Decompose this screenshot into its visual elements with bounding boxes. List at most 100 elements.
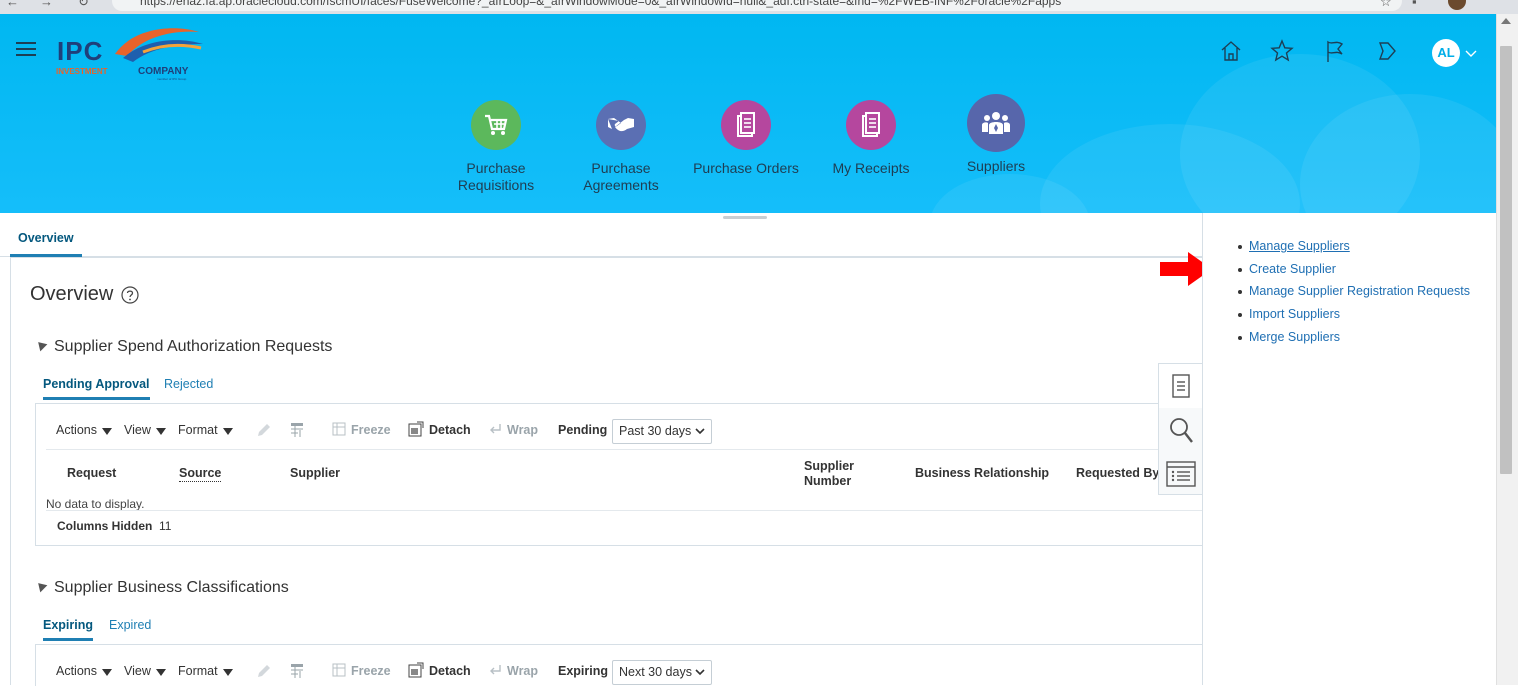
collapse-triangle-icon: [34, 579, 48, 593]
view-menu[interactable]: View: [124, 660, 166, 682]
table-toolbar: Actions View Format Freeze Detach Wrap E…: [56, 660, 1196, 686]
navigator-menu-icon[interactable]: [16, 41, 38, 57]
column-header-request[interactable]: Request: [67, 466, 116, 481]
panel-drawer: [1158, 363, 1203, 496]
column-header-business-relationship[interactable]: Business Relationship: [915, 466, 1049, 481]
users-group-icon: [967, 94, 1025, 152]
extensions-icon[interactable]: ▪: [1412, 0, 1417, 9]
header-divider: [46, 449, 1204, 450]
task-create-supplier[interactable]: Create Supplier: [1238, 258, 1470, 281]
freeze-button[interactable]: Freeze: [332, 419, 391, 441]
detach-button[interactable]: Detach: [408, 419, 471, 441]
logo-subtext-investment: INVESTMENT: [56, 67, 108, 76]
app-label: Suppliers: [966, 158, 1026, 174]
view-menu[interactable]: View: [124, 419, 166, 441]
columns-hidden-count: 11: [159, 519, 172, 533]
company-logo[interactable]: IPC INVESTMENT COMPANY member of IPC Gro…: [53, 22, 213, 84]
tasks-panel-icon[interactable]: [1159, 364, 1203, 408]
wrap-button[interactable]: Wrap: [488, 419, 538, 441]
column-header-requested-by[interactable]: Requested By: [1076, 466, 1159, 481]
app-purchase-requisitions[interactable]: Purchase Requisitions: [436, 100, 556, 194]
task-manage-registration-requests[interactable]: Manage Supplier Registration Requests: [1238, 280, 1470, 303]
filter-label: Expiring: [558, 664, 609, 678]
filter-label: Pending: [558, 423, 608, 437]
help-icon[interactable]: [121, 286, 139, 304]
format-menu[interactable]: Format: [178, 419, 233, 441]
footer-divider: [46, 510, 1204, 511]
app-label: Purchase Agreements: [583, 160, 659, 193]
address-bar[interactable]: https://ehaz.fa.ap.oraclecloud.com/fscmU…: [112, 0, 1402, 11]
list-view-icon[interactable]: [1159, 452, 1203, 496]
section-title: Supplier Business Classifications: [54, 579, 289, 596]
reload-icon[interactable]: ↻: [78, 0, 89, 10]
tasks-list: Manage Suppliers Create Supplier Manage …: [1238, 235, 1470, 349]
app-suppliers[interactable]: Suppliers: [936, 94, 1056, 175]
columns-hidden-label: Columns Hidden: [57, 519, 153, 533]
logo-tagline: member of IPC Group: [157, 77, 187, 81]
detach-button[interactable]: Detach: [408, 660, 471, 682]
edit-pencil-icon[interactable]: [256, 663, 272, 686]
subtab-rejected[interactable]: Rejected: [164, 377, 213, 397]
actions-menu[interactable]: Actions: [56, 419, 112, 441]
task-manage-suppliers[interactable]: Manage Suppliers: [1238, 235, 1470, 258]
column-header-source[interactable]: Source: [179, 466, 222, 482]
user-avatar[interactable]: AL: [1432, 39, 1460, 67]
section-title: Supplier Spend Authorization Requests: [54, 338, 333, 355]
page-tab-bar: Overview: [0, 213, 1202, 257]
logo-subtext-company: COMPANY: [138, 66, 189, 77]
page-title: Overview: [30, 283, 114, 305]
format-menu[interactable]: Format: [178, 660, 233, 682]
freeze-button[interactable]: Freeze: [332, 660, 391, 682]
bookmark-star-icon[interactable]: ☆: [1380, 0, 1392, 10]
section-header-spend-authorization[interactable]: Supplier Spend Authorization Requests: [34, 338, 333, 356]
browser-toolbar: ← → ↻ https://ehaz.fa.ap.oraclecloud.com…: [0, 0, 1518, 14]
table-toolbar: Actions View Format Freeze Detach Wrap P…: [56, 419, 1196, 445]
cart-icon: [471, 100, 521, 150]
query-by-example-icon[interactable]: [289, 421, 307, 446]
section-header-business-classifications[interactable]: Supplier Business Classifications: [34, 579, 289, 597]
section1-subtabs: Pending Approval Rejected: [35, 377, 1203, 401]
query-by-example-icon[interactable]: [289, 662, 307, 687]
app-purchase-orders[interactable]: Purchase Orders: [686, 100, 806, 177]
tab-overview[interactable]: Overview: [10, 227, 82, 257]
scroll-up-arrow-icon[interactable]: [1501, 18, 1511, 24]
back-icon[interactable]: ←: [6, 0, 19, 9]
subtab-expiring[interactable]: Expiring: [43, 618, 94, 641]
logo-text: IPC: [57, 36, 104, 66]
subtab-pending-approval[interactable]: Pending Approval: [43, 377, 150, 400]
overview-panel: Overview Supplier Spend Authorization Re…: [10, 257, 1204, 686]
wrap-button[interactable]: Wrap: [488, 660, 538, 682]
global-header: IPC INVESTMENT COMPANY member of IPC Gro…: [0, 14, 1496, 213]
home-icon[interactable]: [1218, 38, 1244, 64]
receipt-icon: [846, 100, 896, 150]
subtab-expired[interactable]: Expired: [109, 618, 151, 638]
spend-authorization-table: Actions View Format Freeze Detach Wrap P…: [35, 403, 1204, 546]
app-label: Purchase Requisitions: [457, 160, 535, 193]
page-scrollbar[interactable]: [1496, 14, 1518, 685]
empty-table-message: No data to display.: [46, 497, 145, 511]
date-range-select[interactable]: Next 30 days: [612, 660, 713, 685]
favorites-star-icon[interactable]: [1269, 38, 1295, 64]
browser-profile-avatar[interactable]: [1448, 0, 1466, 10]
task-import-suppliers[interactable]: Import Suppliers: [1238, 303, 1470, 326]
edit-pencil-icon[interactable]: [256, 422, 272, 445]
app-label: Purchase Orders: [693, 160, 799, 176]
section2-subtabs: Expiring Expired: [35, 618, 1203, 642]
watchlist-flag-icon[interactable]: [1322, 38, 1348, 64]
collapse-triangle-icon: [34, 338, 48, 352]
app-my-receipts[interactable]: My Receipts: [811, 100, 931, 177]
handshake-icon: [596, 100, 646, 150]
user-menu-chevron-icon[interactable]: [1464, 47, 1478, 57]
forward-icon[interactable]: →: [40, 0, 53, 9]
column-header-supplier[interactable]: Supplier: [290, 466, 340, 481]
date-range-select[interactable]: Past 30 days: [612, 419, 712, 444]
search-icon[interactable]: [1159, 408, 1203, 452]
notifications-icon[interactable]: [1374, 38, 1400, 64]
app-label: My Receipts: [832, 160, 910, 176]
column-header-supplier-number[interactable]: Supplier Number: [804, 459, 884, 489]
app-purchase-agreements[interactable]: Purchase Agreements: [561, 100, 681, 194]
actions-menu[interactable]: Actions: [56, 660, 112, 682]
document-icon: [721, 100, 771, 150]
task-merge-suppliers[interactable]: Merge Suppliers: [1238, 326, 1470, 349]
scrollbar-thumb[interactable]: [1500, 46, 1512, 474]
